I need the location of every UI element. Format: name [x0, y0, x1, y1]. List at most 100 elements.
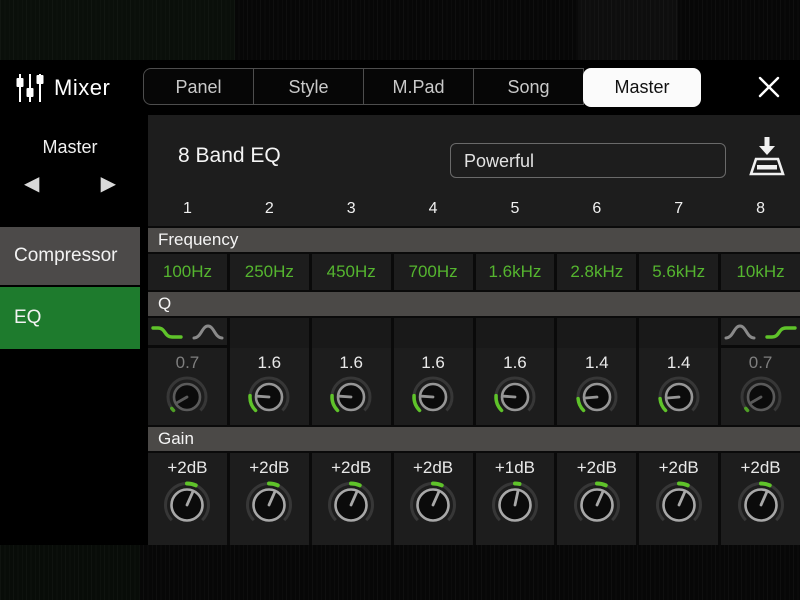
part-selector: Master ◀ ▶ [0, 115, 140, 225]
low-shelf-icon[interactable] [151, 322, 183, 342]
close-button[interactable] [754, 73, 784, 103]
band-number: 7 [674, 200, 684, 217]
q-knob[interactable] [656, 374, 702, 420]
q-band-cell: 0.7 [148, 318, 227, 425]
gain-knob[interactable] [406, 478, 460, 532]
gain-band-cell: +2dB [557, 453, 637, 545]
part-selector-arrows: ◀ ▶ [0, 158, 140, 194]
page-title: Mixer [54, 75, 111, 100]
background-texture [0, 0, 235, 60]
frequency-value[interactable]: 700Hz [393, 254, 473, 290]
background-texture [578, 0, 678, 60]
gain-band-cell: +1dB [475, 453, 555, 545]
q-value: 1.6 [421, 353, 445, 372]
gain-band-cell: +2dB [229, 453, 309, 545]
gain-value: +2dB [658, 458, 699, 477]
gain-knob[interactable] [570, 478, 624, 532]
gain-value: +2dB [576, 458, 617, 477]
gain-value: +2dB [331, 458, 372, 477]
q-value: 1.6 [339, 353, 363, 372]
tab-master[interactable]: Master [583, 68, 701, 107]
next-part-button[interactable]: ▶ [101, 174, 116, 194]
frequency-value[interactable]: 250Hz [229, 254, 309, 290]
q-band-cell: 1.4 [639, 318, 719, 425]
gain-section-label: Gain [148, 425, 800, 453]
q-knob[interactable] [164, 374, 210, 420]
left-triangle-icon: ◀ [24, 173, 40, 195]
eq-title: 8 Band EQ [178, 144, 281, 167]
peak-icon[interactable] [192, 322, 224, 342]
q-knob[interactable] [246, 374, 292, 420]
save-button[interactable] [748, 135, 786, 177]
band-number: 5 [510, 200, 520, 217]
frequency-value[interactable]: 5.6kHz [639, 254, 719, 290]
tab-panel[interactable]: Panel [143, 68, 254, 105]
tab-song[interactable]: Song [473, 68, 584, 105]
gain-knob[interactable] [488, 478, 542, 532]
peak-icon[interactable] [724, 322, 756, 342]
frequency-value[interactable]: 2.8kHz [557, 254, 637, 290]
q-row: 0.7 1.6 1.6 1.6 1.6 1.4 1.4 0.7 [148, 318, 800, 425]
frequency-section-label: Frequency [148, 226, 800, 254]
gain-knob[interactable] [324, 478, 378, 532]
band-numbers-row: 1 2 3 4 5 6 7 8 [148, 192, 800, 226]
high-shelf-icon[interactable] [765, 322, 797, 342]
frequency-value[interactable]: 100Hz [148, 254, 227, 290]
tab-mpad[interactable]: M.Pad [363, 68, 474, 105]
q-section-label: Q [148, 290, 800, 318]
gain-row: +2dB +2dB +2dB +2dB +1dB +2dB +2dB +2dB [148, 453, 800, 545]
q-value: 1.6 [503, 353, 527, 372]
band-number: 2 [264, 200, 274, 217]
tab-style[interactable]: Style [253, 68, 364, 105]
q-band-cell: 1.6 [393, 318, 473, 425]
title-bar: Mixer Panel Style M.Pad Song Master [0, 60, 800, 115]
q-band-cell: 0.7 [721, 318, 800, 425]
frequency-row: 100Hz 250Hz 450Hz 700Hz 1.6kHz 2.8kHz 5.… [148, 254, 800, 290]
q-shape-strip [148, 318, 227, 348]
gain-knob[interactable] [734, 478, 788, 532]
eq-panel: 8 Band EQ Powerful 1 2 3 4 5 6 7 8 Frequ… [148, 115, 800, 545]
right-triangle-icon: ▶ [100, 173, 116, 195]
sidebar-item-eq[interactable]: EQ [0, 287, 140, 349]
gain-value: +2dB [412, 458, 454, 477]
preset-selector[interactable]: Powerful [450, 143, 726, 178]
mixer-faders-icon [13, 71, 47, 110]
band-number: 6 [592, 200, 602, 217]
q-shape-strip [721, 318, 800, 348]
q-knob[interactable] [738, 374, 784, 420]
eq-panel-header: 8 Band EQ Powerful [148, 115, 800, 192]
frequency-value[interactable]: 450Hz [311, 254, 391, 290]
gain-band-cell: +2dB [639, 453, 719, 545]
mixer-screen: Mixer Panel Style M.Pad Song Master Mast… [0, 0, 800, 600]
q-band-cell: 1.6 [475, 318, 555, 425]
q-knob[interactable] [328, 374, 374, 420]
close-icon [756, 76, 782, 103]
band-number: 3 [346, 200, 356, 217]
band-number: 1 [182, 200, 192, 217]
gain-band-cell: +2dB [311, 453, 391, 545]
q-knob[interactable] [574, 374, 620, 420]
q-value: 1.6 [257, 353, 282, 372]
gain-band-cell: +2dB [148, 453, 227, 545]
q-value: 1.4 [584, 353, 609, 372]
gain-knob[interactable] [242, 478, 296, 532]
gain-band-cell: +2dB [393, 453, 473, 545]
gain-value: +2dB [249, 458, 290, 477]
q-value: 0.7 [175, 353, 200, 372]
gain-value: +1dB [494, 458, 536, 477]
gain-knob[interactable] [160, 478, 214, 532]
gain-band-cell: +2dB [721, 453, 800, 545]
background-texture [0, 545, 140, 600]
prev-part-button[interactable]: ◀ [24, 174, 39, 194]
frequency-value[interactable]: 10kHz [721, 254, 800, 290]
save-to-disk-icon [748, 137, 786, 180]
q-band-cell: 1.6 [229, 318, 309, 425]
sidebar-item-compressor[interactable]: Compressor [0, 227, 140, 285]
q-band-cell: 1.6 [311, 318, 391, 425]
part-selector-label: Master [42, 137, 98, 157]
gain-knob[interactable] [652, 478, 706, 532]
q-knob[interactable] [410, 374, 456, 420]
frequency-value[interactable]: 1.6kHz [475, 254, 555, 290]
q-knob[interactable] [492, 374, 538, 420]
sidebar: Master ◀ ▶ Compressor EQ [0, 115, 148, 545]
